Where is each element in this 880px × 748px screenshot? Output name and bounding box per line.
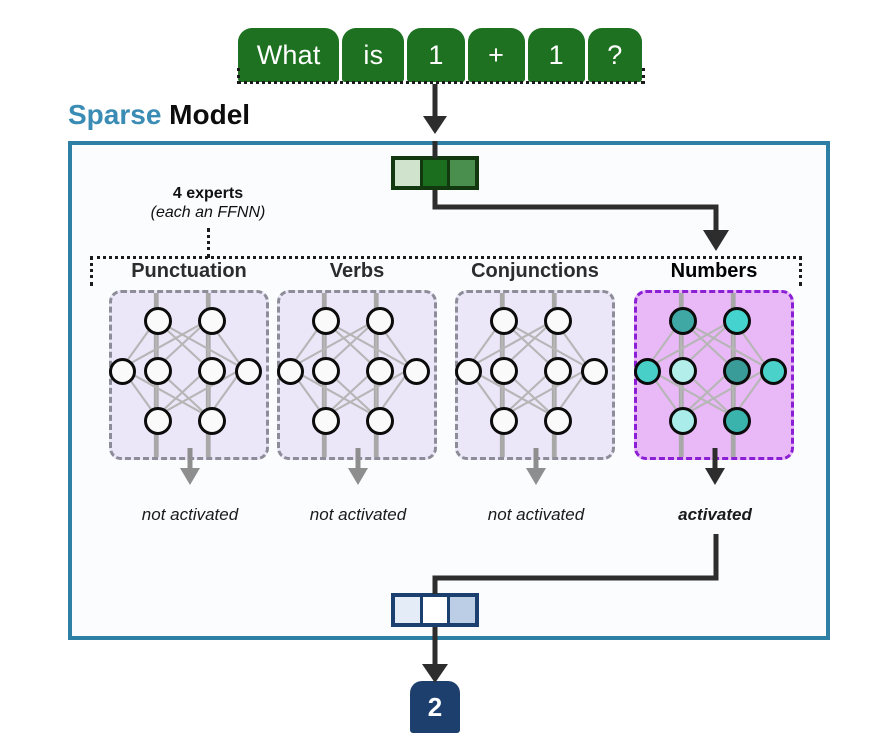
ffnn-node — [454, 357, 482, 385]
answer-token: 2 — [410, 681, 460, 733]
experts-annotation-stem — [207, 228, 210, 258]
expert-output-arrow-icon-active — [703, 448, 727, 486]
ffnn-node — [144, 307, 172, 335]
page-title: Sparse Model — [68, 99, 250, 131]
expert-title: Punctuation — [131, 260, 247, 282]
ffnn-node — [144, 407, 172, 435]
ffnn-node — [312, 307, 340, 335]
router-vector-cell-2 — [422, 160, 448, 186]
ffnn-node — [144, 357, 172, 385]
router-input-vector — [391, 156, 479, 190]
ffnn-node — [490, 357, 518, 385]
output-vector-cell-2 — [422, 597, 448, 623]
ffnn-node — [723, 407, 751, 435]
model-output-vector — [391, 593, 479, 627]
expert-numbers[interactable]: Numbers — [628, 258, 800, 460]
input-token-strip: What is 1 + 1 ? — [238, 28, 642, 82]
ffnn-node — [580, 357, 608, 385]
expert-output-arrow-icon — [178, 448, 202, 486]
ffnn-node — [198, 307, 226, 335]
ffnn-node — [669, 307, 697, 335]
ffnn-node — [490, 407, 518, 435]
ffnn-node — [366, 307, 394, 335]
ffnn-node — [198, 407, 226, 435]
router-vector-cell-1 — [395, 160, 420, 186]
title-rest: Model — [161, 99, 251, 130]
token-strip-bracket-left — [237, 68, 240, 84]
ffnn-diagram — [108, 290, 269, 460]
ffnn-node — [759, 357, 787, 385]
ffnn-node — [234, 357, 262, 385]
ffnn-node — [312, 357, 340, 385]
expert-title: Verbs — [329, 260, 385, 282]
experts-count-label: 4 experts — [172, 185, 244, 202]
expert-verbs[interactable]: Verbs — [271, 258, 443, 460]
ffnn-diagram — [276, 290, 437, 460]
token-question: ? — [587, 28, 642, 82]
diagram-canvas: What is 1 + 1 ? Sparse Model 4 experts (… — [0, 0, 880, 748]
ffnn-node — [544, 307, 572, 335]
ffnn-node — [402, 357, 430, 385]
ffnn-node — [198, 357, 226, 385]
token-strip-bracket-right — [642, 68, 645, 84]
ffnn-node — [490, 307, 518, 335]
token-is: is — [342, 28, 405, 82]
experts-kind-label: (each an FFNN) — [150, 203, 266, 221]
token-what: What — [238, 28, 340, 82]
expert-title: Numbers — [670, 260, 758, 282]
ffnn-node — [723, 307, 751, 335]
ffnn-node — [108, 357, 136, 385]
token-plus: + — [467, 28, 525, 82]
token-one: 1 — [407, 28, 465, 82]
token-strip-underline — [237, 81, 645, 84]
ffnn-node — [669, 357, 697, 385]
expert-output-arrow-icon — [524, 448, 548, 486]
ffnn-node — [544, 357, 572, 385]
ffnn-diagram — [633, 290, 794, 460]
expert-conjunctions[interactable]: Conjunctions — [449, 258, 621, 460]
experts-annotation: 4 experts (each an FFNN) — [108, 185, 308, 223]
ffnn-node — [366, 407, 394, 435]
expert-output-arrow-icon — [346, 448, 370, 486]
output-vector-cell-1 — [395, 597, 420, 623]
ffnn-node — [723, 357, 751, 385]
expert-punctuation[interactable]: Punctuation — [103, 258, 275, 460]
ffnn-node — [276, 357, 304, 385]
token-one-2: 1 — [527, 28, 585, 82]
expert-title: Conjunctions — [471, 260, 599, 282]
ffnn-node — [366, 357, 394, 385]
router-vector-cell-3 — [450, 160, 476, 186]
ffnn-node — [669, 407, 697, 435]
title-highlight: Sparse — [68, 99, 162, 130]
ffnn-node — [544, 407, 572, 435]
output-vector-cell-3 — [450, 597, 476, 623]
ffnn-diagram — [454, 290, 615, 460]
expert-status-label: activated — [678, 505, 752, 524]
ffnn-node — [633, 357, 661, 385]
ffnn-node — [312, 407, 340, 435]
